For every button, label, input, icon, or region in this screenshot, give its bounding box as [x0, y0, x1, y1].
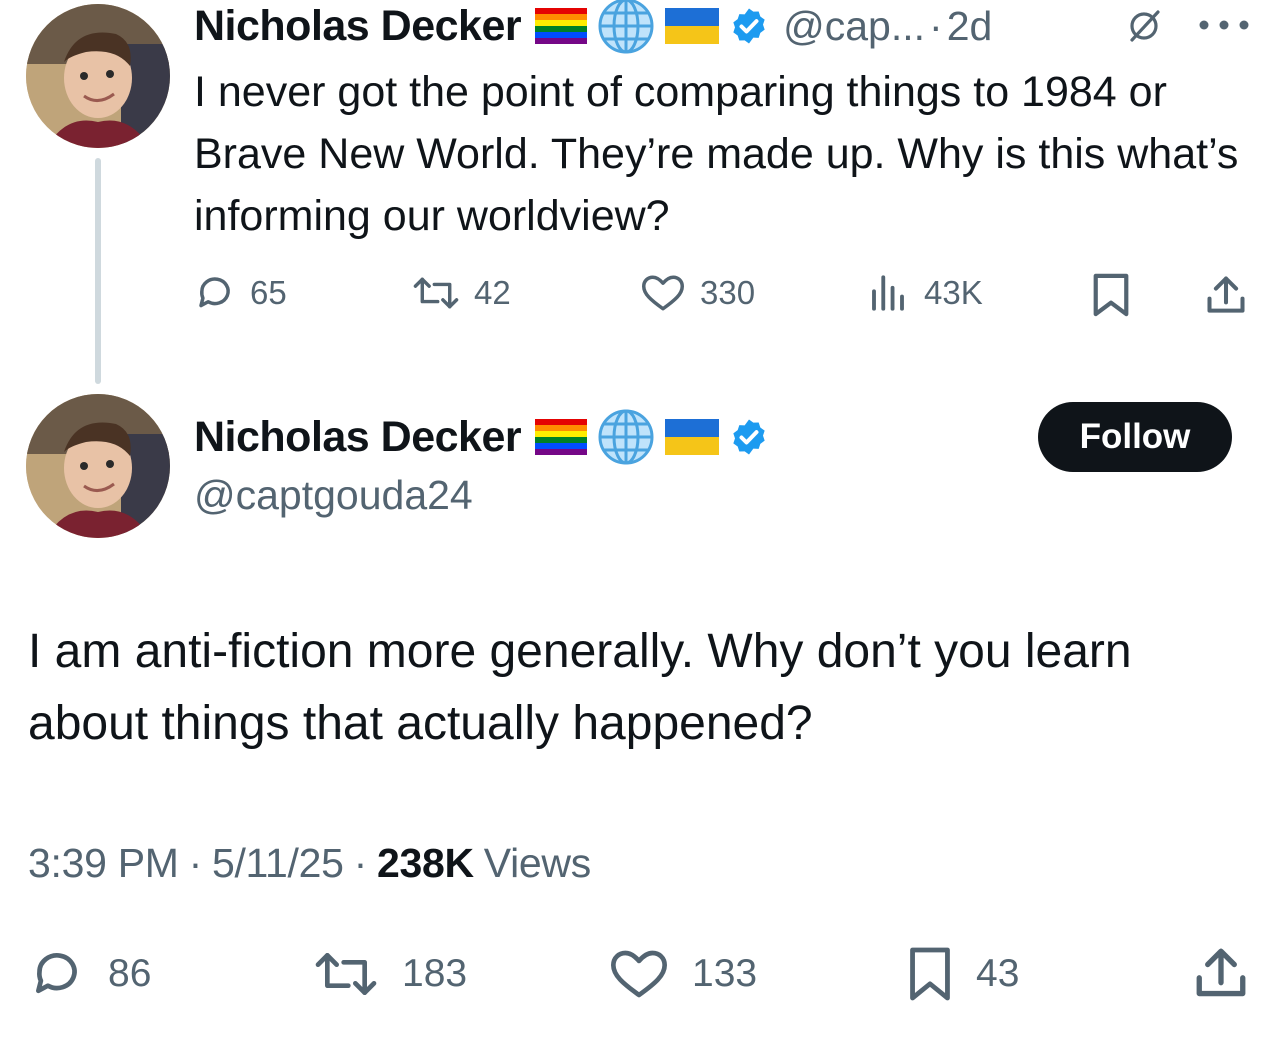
reply-icon: [199, 277, 230, 308]
meta-separator: ·: [353, 840, 368, 886]
main-tweet-text: I am anti-fiction more generally. Why do…: [28, 625, 1132, 750]
avatar[interactable]: [26, 394, 170, 538]
repost-count: 183: [402, 952, 468, 995]
like-icon: [642, 275, 684, 311]
reply-count: 86: [108, 952, 152, 995]
reply-button[interactable]: 86: [28, 946, 151, 1002]
repost-count: 42: [474, 274, 511, 311]
verified-badge-icon: [733, 419, 765, 455]
like-icon: [610, 950, 667, 998]
like-button[interactable]: 133: [608, 946, 757, 1002]
ukraine-flag-icon: [665, 8, 720, 44]
tweet-time[interactable]: 3:39 PM: [28, 840, 179, 887]
repost-icon: [315, 953, 377, 995]
verified-badge-icon: [733, 8, 765, 44]
views-count: 43K: [924, 274, 983, 311]
thread-line: [95, 158, 101, 384]
reply-count: 65: [250, 274, 287, 311]
bookmark-icon[interactable]: [1090, 272, 1132, 318]
handle[interactable]: @captgouda24: [194, 472, 473, 519]
parent-tweet-text: I never got the point of comparing thing…: [194, 68, 1239, 240]
handle-truncated[interactable]: @cap...: [783, 3, 925, 50]
bookmark-button[interactable]: 43: [906, 944, 1019, 1004]
separator: ·: [929, 2, 943, 49]
avatar[interactable]: [26, 4, 170, 148]
like-button[interactable]: 330: [640, 272, 755, 314]
main-tweet-header: Nicholas Decker: [194, 408, 769, 466]
profile-badges: [535, 0, 769, 55]
profile-badges: [535, 408, 769, 466]
globe-icon: [598, 0, 654, 54]
globe-icon: [598, 409, 654, 465]
avatar-image: [26, 394, 170, 538]
bookmark-icon: [910, 947, 950, 1001]
follow-button[interactable]: Follow: [1038, 402, 1232, 472]
rainbow-flag-icon: [535, 419, 588, 455]
reply-icon: [36, 953, 77, 994]
author-name[interactable]: Nicholas Decker: [194, 2, 522, 51]
views-icon: [872, 275, 904, 311]
ukraine-flag-icon: [665, 419, 720, 455]
share-icon[interactable]: [1192, 944, 1250, 1002]
tweet-age[interactable]: 2d: [947, 3, 993, 50]
views-label: Views: [483, 840, 591, 886]
views-button[interactable]: 43K: [866, 272, 983, 314]
meta-separator: ·: [188, 840, 203, 886]
author-name[interactable]: Nicholas Decker: [194, 413, 522, 462]
parent-tweet-header: Nicholas Decker @cap... · 2d: [194, 0, 993, 55]
more-icon[interactable]: [1196, 18, 1252, 32]
bookmark-count: 43: [976, 952, 1020, 995]
repost-button[interactable]: 183: [312, 946, 467, 1002]
share-icon[interactable]: [1204, 272, 1248, 318]
repost-icon: [413, 277, 459, 309]
repost-button[interactable]: 42: [412, 272, 511, 314]
avatar-image: [26, 4, 170, 148]
rainbow-flag-icon: [535, 8, 588, 44]
tweet-meta: 3:39 PM · 5/11/25 · 238K Views: [28, 840, 591, 887]
views-count[interactable]: 238K: [377, 840, 474, 887]
grok-icon[interactable]: [1126, 8, 1162, 44]
like-count: 133: [692, 952, 758, 995]
like-count: 330: [700, 274, 756, 311]
reply-button[interactable]: 65: [194, 272, 287, 314]
tweet-date[interactable]: 5/11/25: [212, 840, 344, 887]
